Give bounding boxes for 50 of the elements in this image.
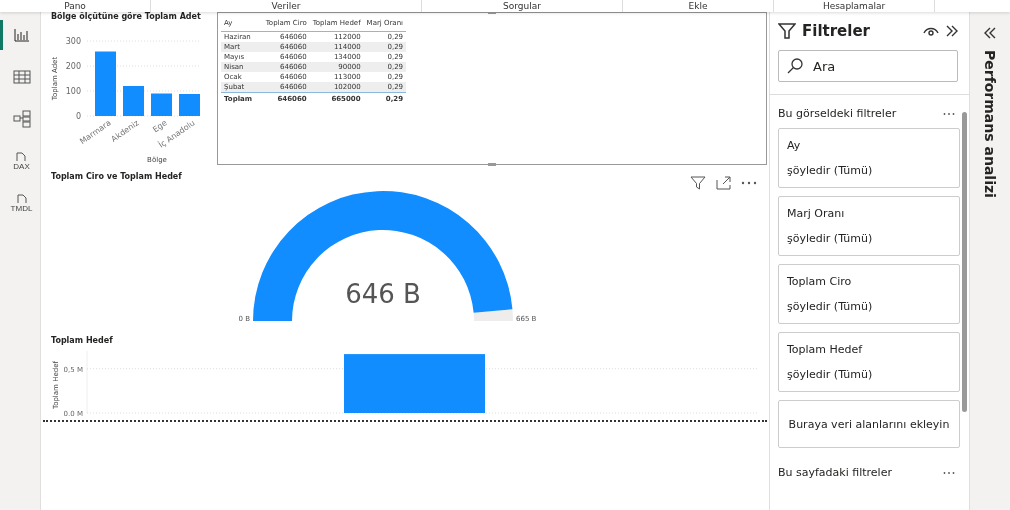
axis-tick: 0: [75, 112, 81, 121]
more-options-icon[interactable]: [943, 111, 955, 116]
nav-label: DAX: [13, 161, 30, 171]
chart-title: Bölge ölçütüne göre Toplam Adet: [51, 12, 202, 21]
bar: [151, 93, 172, 116]
category-label: Ege: [151, 118, 169, 135]
filter-field: Marj Oranı: [787, 207, 951, 220]
search-field[interactable]: Ara: [778, 50, 958, 82]
axis-tick: 300: [65, 37, 81, 46]
filter-field: Toplam Hedef: [787, 343, 951, 356]
filter-card[interactable]: Ay şöyledir (Tümü): [778, 128, 960, 188]
bar-chart-icon: [13, 28, 30, 42]
gauge-remainder: [473, 309, 513, 321]
filter-condition: şöyledir (Tümü): [787, 232, 874, 245]
gauge-value: 646 B: [345, 279, 421, 309]
nav-label: TMDL: [10, 203, 33, 213]
filter-card[interactable]: Toplam Hedef şöyledir (Tümü): [778, 332, 960, 392]
nav-button[interactable]: DAX: [0, 146, 40, 176]
filter-condition: şöyledir (Tümü): [787, 368, 874, 381]
chart-title: Toplam Hedef: [51, 336, 114, 345]
section-title: Bu sayfadaki filtreler: [778, 466, 892, 479]
model-icon: [12, 110, 31, 128]
more-options-icon[interactable]: [943, 470, 955, 475]
axis-tick: 200: [65, 62, 81, 71]
chart-title: Toplam Ciro ve Toplam Hedef: [51, 172, 183, 181]
pane-title: Filtreler: [802, 22, 871, 40]
collapse-icon[interactable]: [945, 24, 959, 38]
filter-icon[interactable]: [690, 176, 706, 190]
eye-icon[interactable]: [923, 25, 939, 37]
nav-button[interactable]: TMDL: [0, 188, 40, 218]
focus-mode-icon[interactable]: [716, 176, 731, 190]
section-title: Bu görseldeki filtreler: [778, 107, 897, 120]
expand-icon[interactable]: [983, 26, 997, 40]
filter-card[interactable]: Marj Oranı şöyledir (Tümü): [778, 196, 960, 256]
filter-card[interactable]: Toplam Ciro şöyledir (Tümü): [778, 264, 960, 324]
bar: [179, 94, 200, 116]
filter-condition: şöyledir (Tümü): [787, 164, 874, 177]
axis-tick: 100: [65, 87, 81, 96]
filter-field: Ay: [787, 139, 951, 152]
filter-field: Toplam Ciro: [787, 275, 951, 288]
bar: [123, 86, 144, 116]
pane-title: Performans analizi: [982, 50, 998, 198]
search-icon: [787, 58, 803, 74]
table-icon: [12, 70, 31, 84]
table-visual[interactable]: [217, 12, 767, 165]
drop-zone[interactable]: Buraya veri alanlarını ekleyin: [778, 400, 960, 448]
filter-icon: [778, 23, 796, 39]
scrollbar[interactable]: [962, 112, 967, 412]
bar: [95, 51, 116, 116]
filter-condition: şöyledir (Tümü): [787, 300, 874, 313]
